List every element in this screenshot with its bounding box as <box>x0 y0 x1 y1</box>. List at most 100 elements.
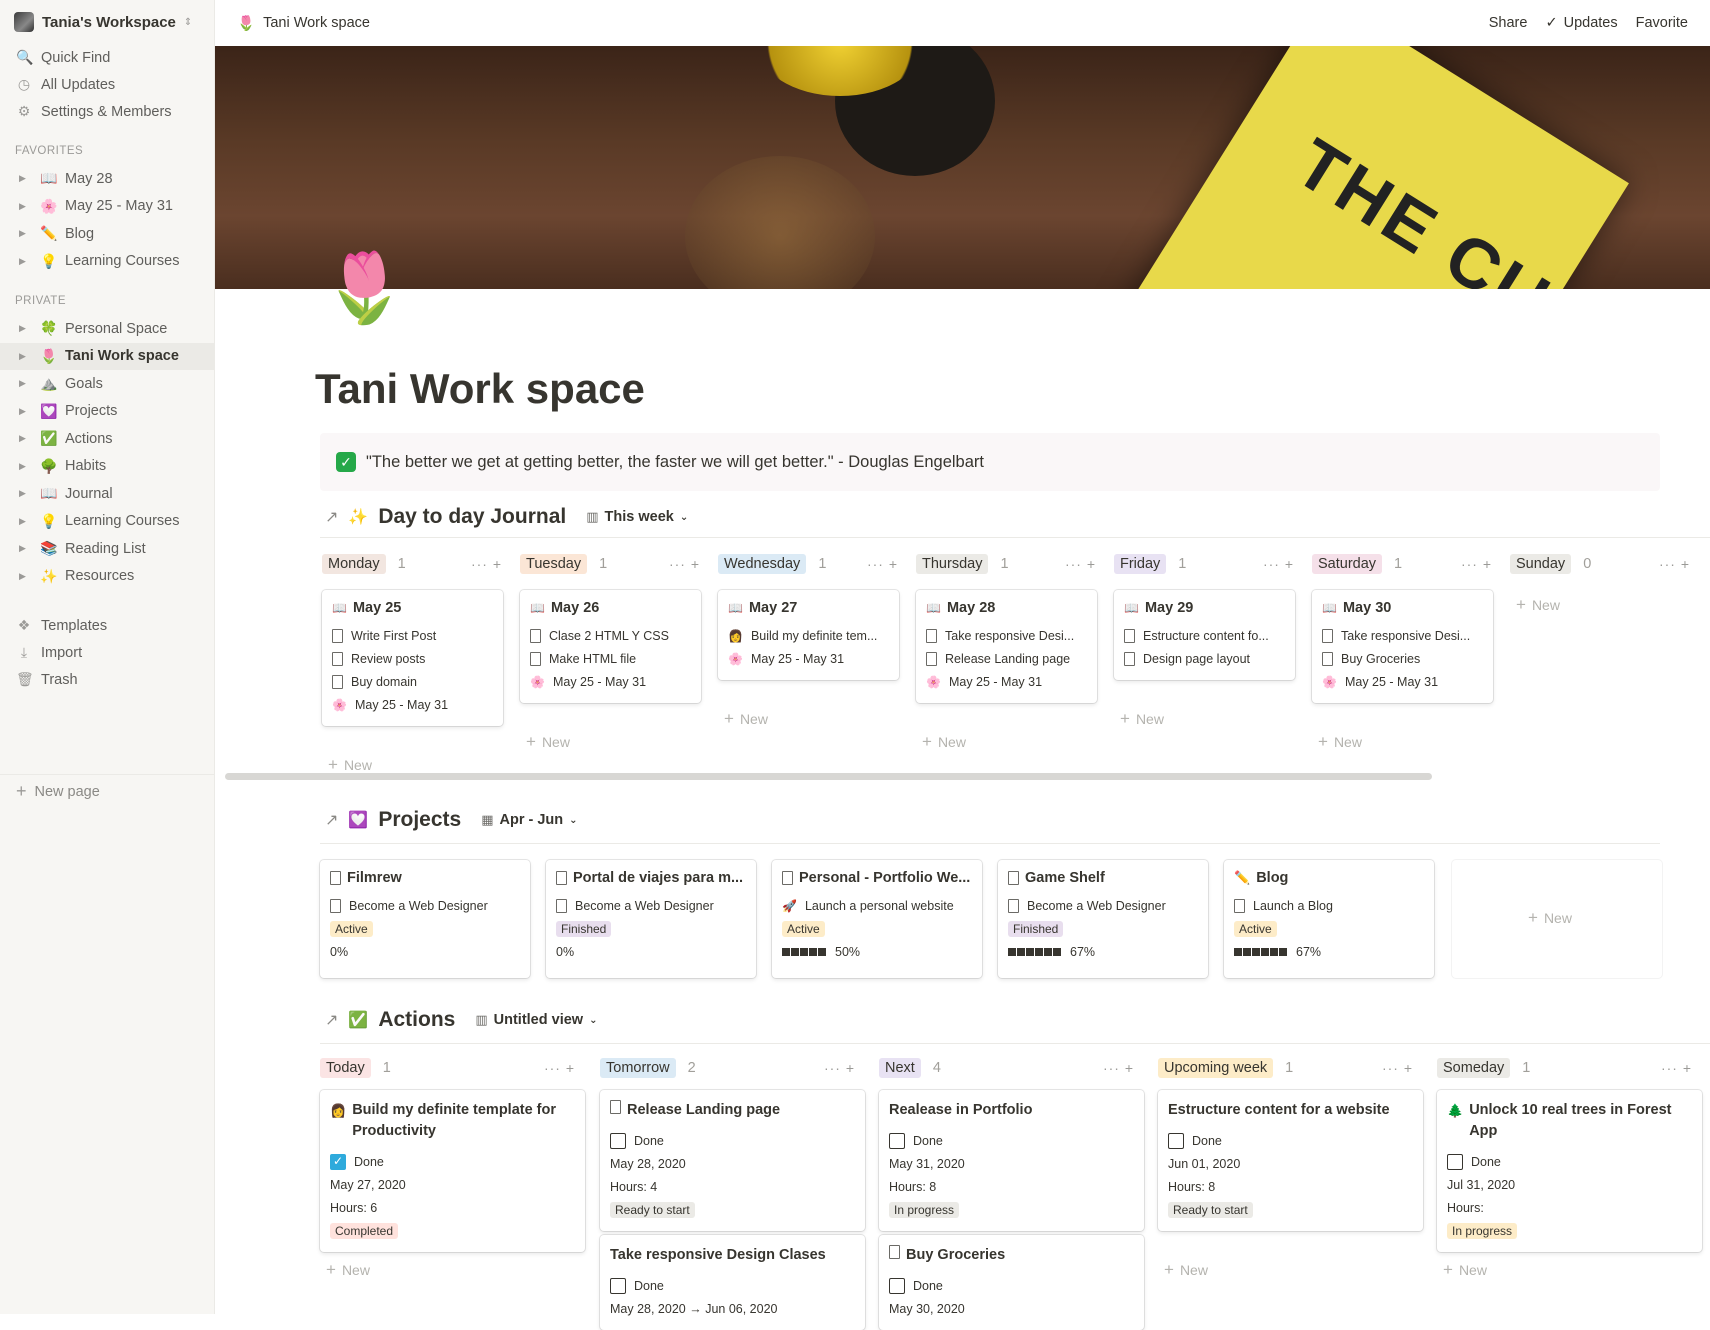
sidebar-item[interactable]: ▶ 📖 May 28 <box>0 165 214 193</box>
journal-day-label[interactable]: Saturday <box>1312 554 1383 574</box>
journal-day-label[interactable]: Sunday <box>1510 554 1572 574</box>
journal-card[interactable]: 📖 May 28 Take responsive Desi... Release La… <box>916 590 1097 703</box>
new-card-button[interactable]: + New <box>526 732 570 752</box>
action-card[interactable]: Buy Groceries Done May 30, 2020 <box>879 1235 1144 1330</box>
triangle-right-icon[interactable]: ▶ <box>19 323 33 334</box>
sidebar-item[interactable]: ▶ 🌳 Habits <box>0 453 214 481</box>
done-checkbox-row[interactable]: Done <box>889 1129 1134 1152</box>
new-card-button[interactable]: + New <box>1528 908 1572 928</box>
new-card-button[interactable]: + New <box>328 755 372 775</box>
journal-card-entry[interactable]: Design page layout <box>1124 647 1285 670</box>
journal-day-label[interactable]: Thursday <box>916 554 989 574</box>
project-goal[interactable]: Become a Web Designer <box>1008 894 1198 917</box>
journal-card-entry[interactable]: 🌸 May 25 - May 31 <box>728 647 889 670</box>
journal-day-label[interactable]: Friday <box>1114 554 1167 574</box>
checkbox[interactable] <box>1447 1153 1463 1170</box>
breadcrumb[interactable]: 🌷 Tani Work space <box>237 15 370 32</box>
sidebar-item[interactable]: ▶ 📚 Reading List <box>0 535 214 563</box>
journal-card[interactable]: 📖 May 26 Clase 2 HTML Y CSS Make HTML file 🌸… <box>520 590 701 703</box>
project-goal[interactable]: 🚀 Launch a personal website <box>782 894 972 917</box>
checkbox[interactable] <box>1168 1132 1184 1149</box>
new-page-button[interactable]: + New page <box>0 774 214 804</box>
triangle-right-icon[interactable]: ▶ <box>19 461 33 472</box>
project-goal[interactable]: Become a Web Designer <box>330 894 520 917</box>
done-checkbox-row[interactable]: Done <box>610 1129 855 1152</box>
more-options-icon[interactable]: ··· + <box>867 556 898 572</box>
triangle-right-icon[interactable]: ▶ <box>19 488 33 499</box>
actions-view-selector[interactable]: ▥ Untitled view ⌄ <box>475 1012 597 1028</box>
journal-card-entry[interactable]: 👩 Build my definite tem... <box>728 624 889 647</box>
journal-card-entry[interactable]: Make HTML file <box>530 647 691 670</box>
journal-day-label[interactable]: Wednesday <box>718 554 807 574</box>
journal-card-entry[interactable]: Take responsive Desi... <box>926 624 1087 647</box>
sidebar-link[interactable]: ⚙ Settings & Members <box>0 98 214 125</box>
more-options-icon[interactable]: ··· + <box>544 1060 575 1076</box>
project-card[interactable]: ✏️ Blog Launch a Blog Active 67% <box>1224 860 1434 978</box>
action-card[interactable]: Realease in Portfolio Done May 31, 2020 Hou… <box>879 1090 1144 1231</box>
actions-group-label[interactable]: Someday <box>1437 1058 1511 1078</box>
journal-card[interactable]: 📖 May 30 Take responsive Desi... Buy Grocer… <box>1312 590 1493 703</box>
triangle-right-icon[interactable]: ▶ <box>19 228 33 239</box>
sidebar-item[interactable]: ▶ ✨ Resources <box>0 563 214 591</box>
more-options-icon[interactable]: ··· + <box>1103 1060 1134 1076</box>
sidebar-item[interactable]: ▶ 🌷 Tani Work space <box>0 342 214 370</box>
action-card[interactable]: Estructure content for a website Done Jun … <box>1158 1090 1423 1231</box>
more-options-icon[interactable]: ··· + <box>1065 556 1096 572</box>
triangle-right-icon[interactable]: ▶ <box>19 543 33 554</box>
journal-card-entry[interactable]: Review posts <box>332 647 493 670</box>
sidebar-item[interactable]: ▶ 💡 Learning Courses <box>0 508 214 536</box>
sidebar-item[interactable]: ▶ ✏️ Blog <box>0 220 214 248</box>
sidebar-item[interactable]: ▶ 🌸 May 25 - May 31 <box>0 193 214 221</box>
journal-day-label[interactable]: Monday <box>322 554 386 574</box>
journal-view-selector[interactable]: ▥ This week ⌄ <box>586 509 688 525</box>
more-options-icon[interactable]: ··· + <box>1461 556 1492 572</box>
triangle-right-icon[interactable]: ▶ <box>19 571 33 582</box>
new-card-button[interactable]: + New <box>1516 595 1560 615</box>
new-card-button[interactable]: + New <box>1120 709 1164 729</box>
journal-card-entry[interactable]: Buy domain <box>332 670 493 693</box>
new-card-button[interactable]: + New <box>1443 1260 1487 1280</box>
journal-card-entry[interactable]: Release Landing page <box>926 647 1087 670</box>
project-card[interactable]: Filmrew Become a Web Designer Active 0% <box>320 860 530 978</box>
journal-card-entry[interactable]: 🌸 May 25 - May 31 <box>530 670 691 693</box>
projects-view-selector[interactable]: ▦ Apr - Jun ⌄ <box>481 812 577 828</box>
more-options-icon[interactable]: ··· + <box>1659 556 1690 572</box>
journal-card-entry[interactable]: Take responsive Desi... <box>1322 624 1483 647</box>
journal-card-entry[interactable]: 🌸 May 25 - May 31 <box>332 693 493 716</box>
sidebar-link[interactable]: ⤓ Import <box>0 639 214 666</box>
done-checkbox-row[interactable]: Done <box>889 1274 1134 1297</box>
project-goal[interactable]: Launch a Blog <box>1234 894 1424 917</box>
new-card-button[interactable]: + New <box>1164 1260 1208 1280</box>
horizontal-scrollbar[interactable] <box>225 773 1432 780</box>
new-card-button[interactable]: + New <box>724 709 768 729</box>
more-options-icon[interactable]: ··· + <box>669 556 700 572</box>
done-checkbox-row[interactable]: ✓ Done <box>330 1150 575 1173</box>
actions-title[interactable]: Actions <box>378 1008 455 1032</box>
checkbox[interactable] <box>610 1132 626 1149</box>
link-arrow-icon[interactable]: ↗ <box>325 507 338 527</box>
link-arrow-icon[interactable]: ↗ <box>325 1010 338 1030</box>
page-icon[interactable]: 🌷 <box>322 248 407 328</box>
updates-button[interactable]: ✓ Updates <box>1545 15 1617 31</box>
triangle-right-icon[interactable]: ▶ <box>19 378 33 389</box>
sidebar-link[interactable]: 🔍 Quick Find <box>0 44 214 71</box>
sidebar-item[interactable]: ▶ 🍀 Personal Space <box>0 315 214 343</box>
actions-group-label[interactable]: Tomorrow <box>600 1058 676 1078</box>
project-goal[interactable]: Become a Web Designer <box>556 894 746 917</box>
more-options-icon[interactable]: ··· + <box>1263 556 1294 572</box>
triangle-right-icon[interactable]: ▶ <box>19 433 33 444</box>
triangle-right-icon[interactable]: ▶ <box>19 256 33 267</box>
projects-title[interactable]: Projects <box>378 808 461 832</box>
journal-card-entry[interactable]: 🌸 May 25 - May 31 <box>926 670 1087 693</box>
new-card-button[interactable]: + New <box>1318 732 1362 752</box>
action-card[interactable]: 🌲 Unlock 10 real trees in Forest App Done J… <box>1437 1090 1702 1252</box>
triangle-right-icon[interactable]: ▶ <box>19 201 33 212</box>
project-card[interactable]: Portal de viajes para m... Become a Web D… <box>546 860 756 978</box>
done-checkbox-row[interactable]: Done <box>1168 1129 1413 1152</box>
quote-callout[interactable]: ✓ "The better we get at getting better, … <box>320 433 1660 491</box>
journal-day-label[interactable]: Tuesday <box>520 554 588 574</box>
sidebar-link[interactable]: 🗑 Trash <box>0 666 214 693</box>
page-title[interactable]: Tani Work space <box>315 365 645 413</box>
checkbox[interactable] <box>610 1277 626 1294</box>
action-card[interactable]: 👩 Build my definite template for Producti… <box>320 1090 585 1252</box>
